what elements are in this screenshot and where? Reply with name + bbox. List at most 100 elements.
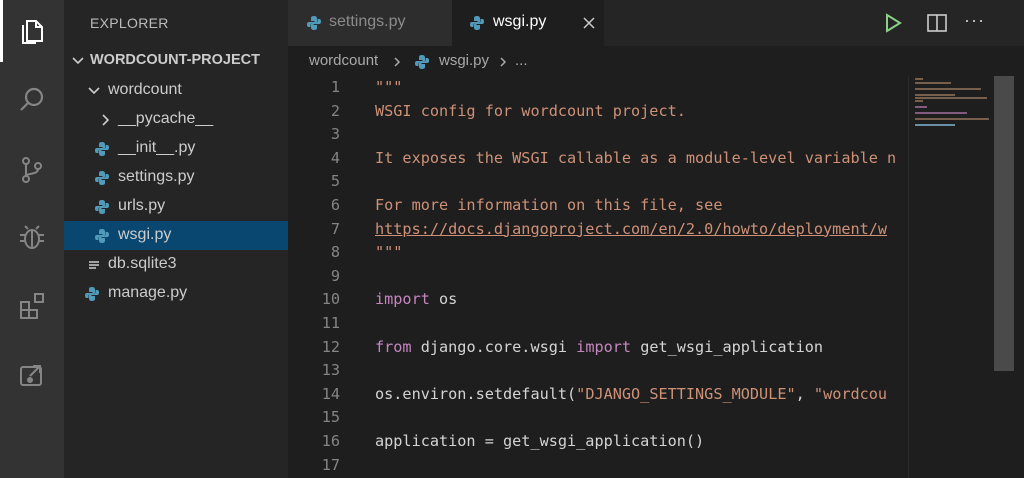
breadcrumb-item[interactable]: ... [515,52,528,69]
line-number: 10 [321,290,340,309]
code-text: from django.core.wsgi import get_wsgi_ap… [375,338,823,356]
line-number: 7 [330,219,340,238]
code-line: 6 For more information on this file, see [288,194,908,218]
code-line: 17 [288,454,908,478]
tab-bar: settings.py wsgi.py ··· [288,0,1024,46]
tree-item-urls[interactable]: urls.py [64,192,288,221]
tree-item-settings[interactable]: settings.py [64,163,288,192]
minimap-line [915,97,987,99]
editor-edge [1014,76,1024,478]
minimap-line [915,112,967,114]
code-line: 4 It exposes the WSGI callable as a modul… [288,147,908,171]
tab-label: wsgi.py [493,13,547,30]
python-file-icon [415,55,429,69]
tab-wsgi[interactable]: wsgi.py [452,0,604,46]
code-line: 7 https://docs.djangoproject.com/en/2.0/h… [288,218,908,242]
code-line: 14 os.environ.setdefault("DJANGO_SETTINGS… [288,383,908,407]
keyword: import [576,337,632,356]
remote-explorer-icon[interactable] [0,345,64,403]
code-text: os.environ.setdefault("DJANGO_SETTINGS_M… [375,385,887,403]
code-editor[interactable]: 1 """ 2 WSGI config for wordcount project.… [288,76,908,478]
split-editor-icon[interactable] [926,12,948,34]
explorer-icon[interactable] [0,2,64,60]
tree-item-db[interactable]: db.sqlite3 [64,250,288,279]
code-line: 2 WSGI config for wordcount project. [288,100,908,124]
code-text: import os [375,290,457,308]
sidebar-title: EXPLORER [90,15,169,31]
code-line: 15 [288,406,908,430]
tree-item-wordcount[interactable]: wordcount [64,76,288,105]
line-number: 2 [330,101,340,120]
search-icon[interactable] [0,71,64,129]
chevron-down-icon [88,87,100,95]
minimap-line [915,100,923,102]
line-number: 3 [330,125,340,144]
run-icon[interactable] [882,12,904,34]
tree-item-label: manage.py [108,284,188,301]
close-icon[interactable] [581,15,597,31]
python-file-icon [95,229,109,243]
keyword: from [375,337,412,356]
code-text: application = get_wsgi_application() [375,432,705,450]
line-number: 16 [321,432,340,450]
python-file-icon [95,171,109,185]
python-file-icon [95,200,109,214]
minimap-line [915,78,923,80]
vertical-scrollbar[interactable] [994,76,1014,371]
python-file-icon [95,142,109,156]
code-line: 10 import os [288,288,908,312]
line-number: 14 [321,384,340,403]
chevron-down-icon [72,57,84,65]
code-link[interactable]: https://docs.djangoproject.com/en/2.0/ho… [375,220,887,238]
line-number: 6 [330,196,340,214]
line-number: 11 [321,314,340,332]
code-line: 5 [288,170,908,194]
breadcrumb: wordcount wsgi.py ... [288,46,1024,76]
minimap-line [915,94,955,96]
explorer-sidebar: EXPLORER WORDCOUNT-PROJECT wordcount __p… [64,0,288,478]
minimap[interactable] [908,76,994,478]
minimap-line [915,82,951,84]
tree-item-label: urls.py [118,197,166,214]
tree-item-manage[interactable]: manage.py [64,279,288,308]
string-literal: "DJANGO_SETTINGS_MODULE" [576,384,796,403]
python-file-icon [307,16,321,30]
tree-item-init[interactable]: __init__.py [64,134,288,163]
breadcrumb-item[interactable]: wsgi.py [439,52,489,69]
chevron-right-icon [394,57,401,67]
breadcrumb-item[interactable]: wordcount [309,52,378,69]
code-text: """ [375,243,403,262]
code-token: get_wsgi_application [631,337,824,356]
tree-item-pycache[interactable]: __pycache__ [64,105,288,134]
code-line: 11 [288,312,908,336]
project-section-header[interactable]: WORDCOUNT-PROJECT [64,46,288,74]
source-control-icon[interactable] [0,141,64,199]
chevron-right-icon [500,57,507,67]
code-line: 16 application = get_wsgi_application() [288,430,908,454]
chevron-right-icon [102,114,110,126]
code-token: , [795,384,814,403]
python-file-icon [470,16,484,30]
line-number: 9 [330,266,340,285]
code-line: 3 [288,123,908,147]
code-line: 8 """ [288,241,908,265]
tree-item-label: settings.py [118,168,195,185]
tree-item-wsgi[interactable]: wsgi.py [64,221,288,250]
extensions-icon[interactable] [0,276,64,334]
code-text: """ [375,78,403,96]
code-text: WSGI config for wordcount project. [375,101,686,120]
code-token: os [429,290,458,309]
debug-icon[interactable] [0,208,64,266]
line-number: 4 [330,148,340,167]
line-number: 1 [330,78,340,96]
python-file-icon [85,287,99,301]
line-number: 12 [321,337,340,356]
tree-item-label: __init__.py [118,139,196,156]
keyword: import [375,290,430,309]
tab-settings[interactable]: settings.py [288,0,452,46]
line-number: 17 [321,455,340,474]
tree-item-label: db.sqlite3 [108,255,177,272]
more-actions-icon[interactable]: ··· [964,10,994,32]
tree-item-label: wordcount [108,81,182,98]
code-token: os.environ.setdefault( [375,384,577,403]
